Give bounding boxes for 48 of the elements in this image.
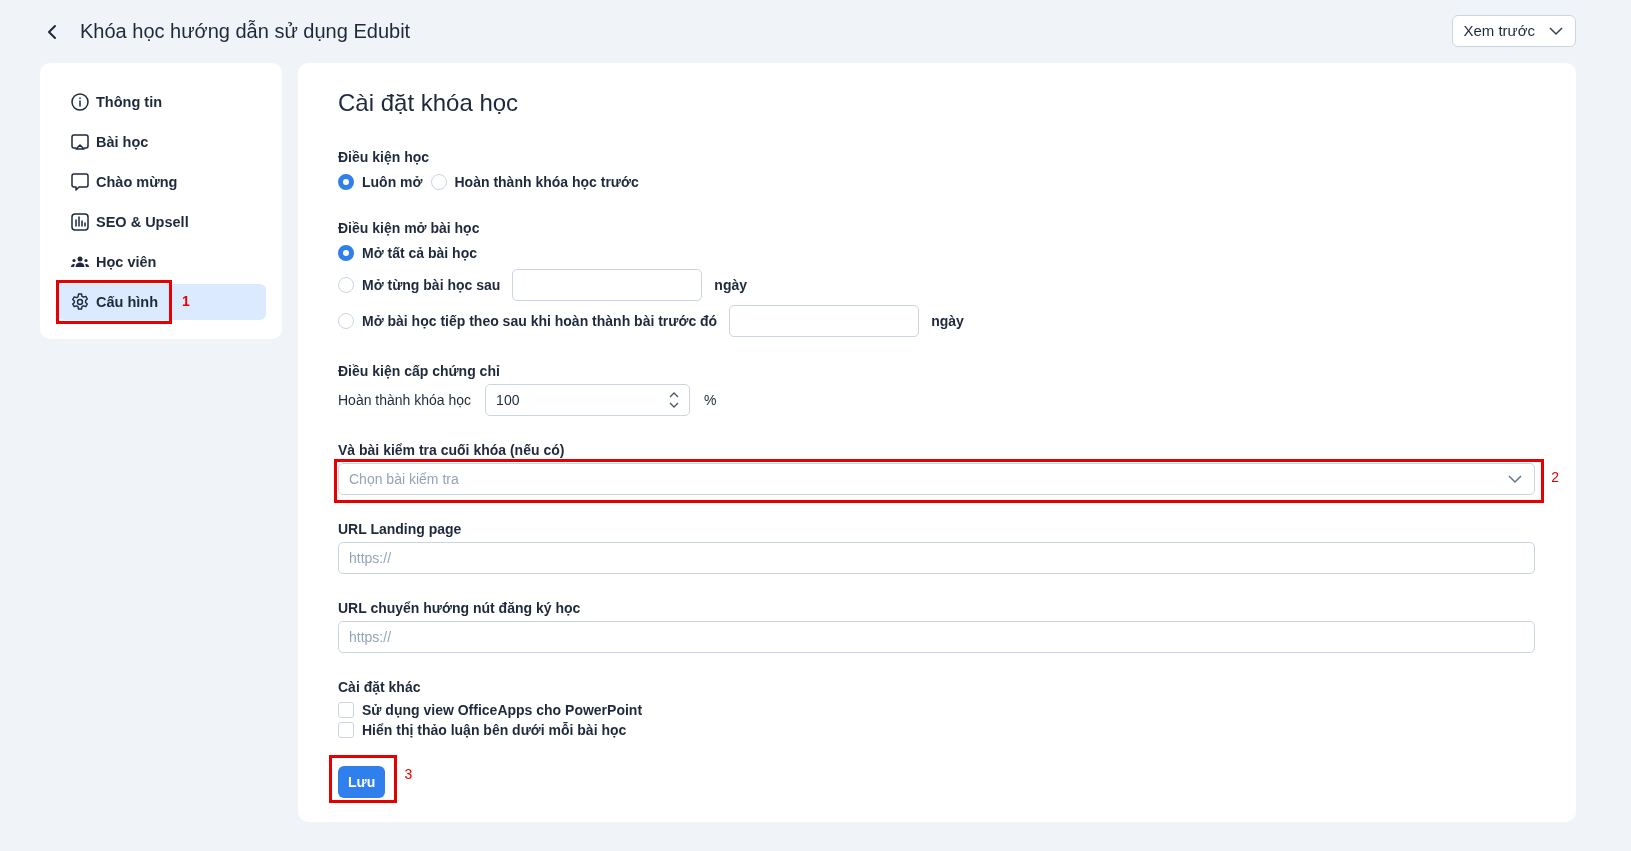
- radio-button[interactable]: [338, 245, 354, 261]
- field-label: Hoàn thành khóa học: [338, 392, 472, 408]
- preview-dropdown[interactable]: Xem trước: [1452, 14, 1576, 47]
- chevron-down-icon: [1549, 25, 1563, 36]
- unit-label: ngày: [931, 313, 964, 329]
- screen-icon: [70, 132, 90, 152]
- number-input[interactable]: 100: [485, 384, 691, 416]
- radio-label: Mở tất cả bài học: [362, 245, 477, 261]
- days-input[interactable]: [512, 269, 703, 301]
- url-input[interactable]: https://: [338, 542, 1535, 574]
- checkbox-label: Sử dụng view OfficeApps cho PowerPoint: [362, 702, 643, 718]
- radio-label: Mở từng bài học sau: [362, 277, 501, 293]
- days-input[interactable]: [729, 305, 920, 337]
- checkbox[interactable]: [338, 702, 354, 718]
- radio-label: Luôn mở: [362, 174, 423, 190]
- radio-button[interactable]: [338, 174, 354, 190]
- unit-label: %: [704, 392, 717, 408]
- sidebar-item[interactable]: SEO & Upsell: [58, 204, 266, 240]
- annotation-number: 1: [182, 293, 190, 309]
- annotation-number: 3: [404, 766, 413, 782]
- checkbox[interactable]: [338, 722, 354, 738]
- chat-bubble-icon: [70, 172, 90, 192]
- section-label: Điều kiện học: [338, 149, 431, 165]
- panel-title: Cài đặt khóa học: [338, 89, 520, 117]
- chevron-down-icon: [1508, 474, 1522, 484]
- section-label: Điều kiện cấp chứng chỉ: [338, 363, 501, 379]
- field-label: URL Landing page: [338, 521, 463, 537]
- sidebar-item[interactable]: Bài học: [58, 124, 266, 160]
- course-title: Khóa học hướng dẫn sử dụng Edubit: [80, 20, 412, 43]
- section-label: Và bài kiểm tra cuối khóa (nếu có): [338, 442, 566, 458]
- url-input[interactable]: https://: [338, 621, 1535, 653]
- radio-label: Mở bài học tiếp theo sau khi hoàn thành bài trước đó: [362, 313, 718, 329]
- annotation-number: 2: [1551, 469, 1559, 485]
- radio-label: Hoàn thành khóa học trước: [454, 174, 639, 190]
- annotation-frame: [329, 755, 398, 803]
- field-label: URL chuyển hướng nút đăng ký học: [338, 600, 582, 616]
- section-label: Cài đặt khác: [338, 679, 422, 695]
- sidebar-item[interactable]: Học viên: [58, 244, 266, 280]
- sidebar-item[interactable]: Thông tin: [58, 84, 266, 120]
- spinner-icon: [669, 391, 680, 409]
- info-icon: [70, 92, 90, 112]
- sidebar-item[interactable]: Chào mừng: [58, 164, 266, 200]
- checkbox-label: Hiển thị thảo luận bên dưới mỗi bài học: [362, 722, 627, 738]
- save-button[interactable]: Lưu: [338, 766, 386, 798]
- settings-icon: [70, 292, 90, 312]
- section-label: Điều kiện mở bài học: [338, 220, 481, 236]
- bar-chart-icon: [70, 212, 90, 232]
- unit-label: ngày: [714, 277, 747, 293]
